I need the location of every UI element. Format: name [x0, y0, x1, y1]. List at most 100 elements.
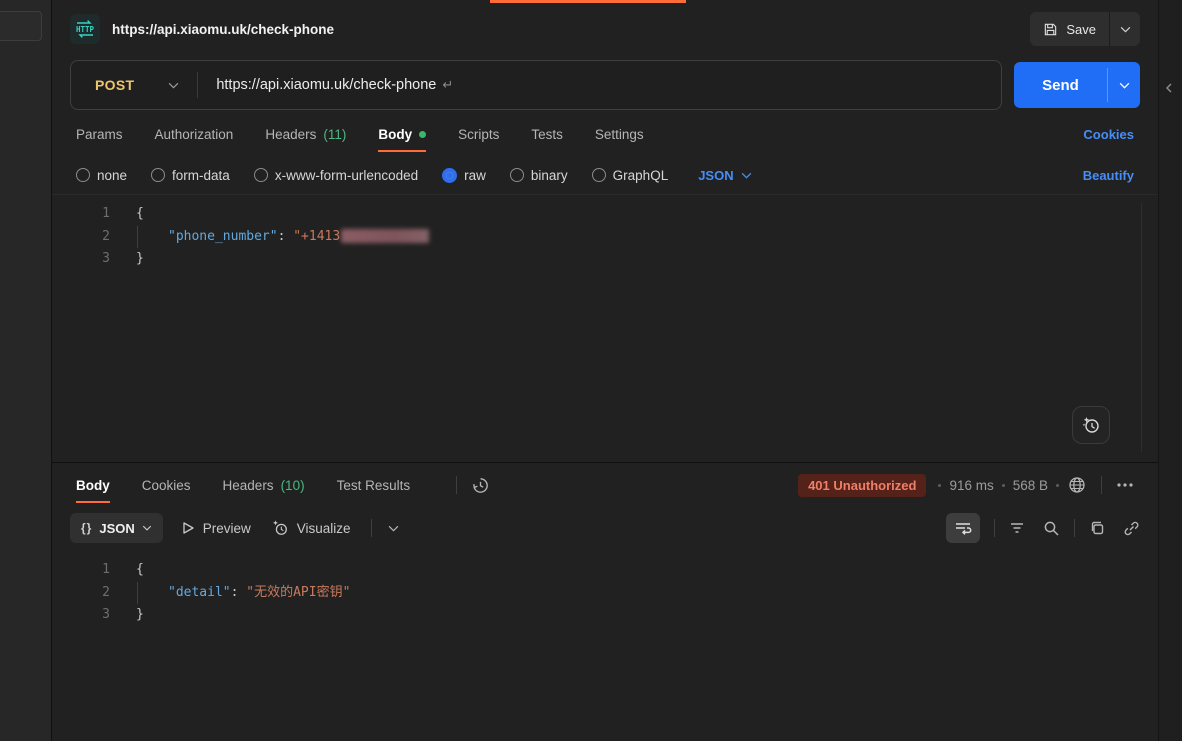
response-format-selector[interactable]: {} JSON	[70, 513, 163, 543]
line-number: 2	[52, 226, 110, 249]
network-info-button[interactable]	[1067, 475, 1087, 495]
save-button[interactable]: Save	[1030, 12, 1109, 46]
tab-headers[interactable]: Headers(11)	[265, 112, 346, 156]
postbot-button[interactable]	[1072, 406, 1110, 444]
request-tabs: Params Authorization Headers(11) Body Sc…	[52, 112, 1158, 156]
save-button-label: Save	[1066, 22, 1096, 37]
json-key: "detail"	[168, 585, 231, 600]
tab-settings[interactable]: Settings	[595, 112, 644, 156]
link-button[interactable]	[1123, 520, 1140, 537]
visualize-button[interactable]: Visualize	[271, 519, 351, 537]
chevron-down-icon	[1119, 82, 1130, 89]
response-size[interactable]: 568 B	[1013, 478, 1048, 493]
radio-icon	[510, 168, 524, 182]
history-clock-icon	[471, 476, 490, 495]
request-title: https://api.xiaomu.uk/check-phone	[112, 22, 1030, 37]
wrap-text-button[interactable]	[946, 513, 980, 543]
cookies-link[interactable]: Cookies	[1083, 127, 1134, 142]
mode-x-www-form-urlencoded[interactable]: x-www-form-urlencoded	[254, 168, 418, 183]
url-value: https://api.xiaomu.uk/check-phone	[216, 77, 436, 93]
response-time[interactable]: 916 ms	[949, 478, 993, 493]
mode-binary[interactable]: binary	[510, 168, 568, 183]
dot-separator	[1002, 484, 1005, 487]
line-number: 3	[52, 248, 110, 271]
divider	[994, 519, 995, 537]
indent-guide	[137, 582, 138, 605]
visualize-icon	[271, 519, 289, 537]
response-tab-cookies[interactable]: Cookies	[142, 463, 191, 507]
send-split-button: Send	[1014, 62, 1140, 108]
radio-icon	[254, 168, 268, 182]
search-button[interactable]	[1043, 520, 1060, 537]
divider	[1101, 476, 1102, 494]
radio-icon	[592, 168, 606, 182]
language-selector[interactable]: JSON	[698, 168, 751, 183]
request-workspace: HTTP https://api.xiaomu.uk/check-phone S…	[52, 0, 1158, 741]
response-more-options-button[interactable]	[1116, 482, 1134, 488]
response-body-editor[interactable]: 1 { 2 "detail": "无效的API密钥" 3 }	[52, 549, 1158, 741]
redacted-phone-value	[341, 229, 429, 243]
postbot-icon	[1081, 415, 1101, 435]
json-value: "无效的API密钥"	[246, 585, 350, 600]
preview-button[interactable]: Preview	[181, 521, 251, 536]
divider	[371, 519, 372, 537]
globe-icon	[1067, 475, 1087, 495]
request-body-editor[interactable]: 1 { 2 "phone_number": "+1413 3 }	[52, 194, 1158, 462]
response-tab-test-results[interactable]: Test Results	[337, 463, 411, 507]
code-line: 2 "detail": "无效的API密钥"	[52, 582, 1158, 605]
wrap-text-icon	[954, 520, 972, 536]
code-line: 1 {	[52, 203, 1158, 226]
url-input[interactable]: https://api.xiaomu.uk/check-phone ↵	[198, 77, 453, 93]
code-line: 3 }	[52, 248, 1158, 271]
filter-icon	[1009, 521, 1025, 535]
request-url-row: POST https://api.xiaomu.uk/check-phone↵ …	[52, 58, 1158, 112]
url-box: POST https://api.xiaomu.uk/check-phone ↵	[70, 60, 1002, 110]
body-modified-dot	[419, 131, 426, 138]
line-number: 2	[52, 582, 110, 605]
response-tab-body[interactable]: Body	[76, 463, 110, 507]
beautify-link[interactable]: Beautify	[1083, 168, 1134, 183]
braces-icon: {}	[81, 521, 92, 535]
link-icon	[1123, 520, 1140, 537]
chevron-down-icon	[142, 525, 152, 531]
method-label: POST	[95, 77, 134, 93]
dot-separator	[1056, 484, 1059, 487]
response-history-button[interactable]	[471, 476, 490, 495]
format-options-button[interactable]	[378, 525, 409, 532]
svg-text:HTTP: HTTP	[76, 25, 95, 34]
status-badge[interactable]: 401 Unauthorized	[798, 474, 926, 497]
mode-graphql[interactable]: GraphQL	[592, 168, 669, 183]
collapse-panel-icon[interactable]	[1165, 82, 1173, 96]
body-mode-row: none form-data x-www-form-urlencoded raw…	[52, 156, 1158, 194]
send-button[interactable]: Send	[1014, 62, 1107, 108]
tab-authorization[interactable]: Authorization	[155, 112, 234, 156]
send-options-button[interactable]	[1108, 62, 1140, 108]
response-headers-count: (10)	[281, 478, 305, 493]
filter-button[interactable]	[1009, 521, 1025, 535]
divider	[456, 476, 457, 494]
tab-body[interactable]: Body	[378, 112, 426, 156]
request-header: HTTP https://api.xiaomu.uk/check-phone S…	[52, 0, 1158, 58]
save-icon	[1043, 22, 1058, 37]
tab-scripts[interactable]: Scripts	[458, 112, 499, 156]
code-line: 2 "phone_number": "+1413	[52, 226, 1158, 249]
json-key: "phone_number"	[168, 229, 278, 244]
enter-key-icon: ↵	[442, 77, 453, 92]
line-number: 1	[52, 559, 110, 582]
mode-form-data[interactable]: form-data	[151, 168, 230, 183]
left-sidebar-rail	[0, 0, 52, 741]
collapsed-sidebar-tab[interactable]	[0, 11, 42, 41]
line-number: 3	[52, 604, 110, 627]
response-tab-headers[interactable]: Headers(10)	[223, 463, 305, 507]
chevron-down-icon	[1120, 26, 1131, 33]
chevron-down-icon	[388, 525, 399, 532]
mode-none[interactable]: none	[76, 168, 127, 183]
tab-tests[interactable]: Tests	[531, 112, 563, 156]
method-selector[interactable]: POST	[71, 77, 197, 93]
mode-raw[interactable]: raw	[442, 168, 486, 183]
tab-params[interactable]: Params	[76, 112, 123, 156]
json-value: "+1413	[293, 229, 340, 244]
save-options-button[interactable]	[1110, 12, 1140, 46]
copy-button[interactable]	[1089, 520, 1105, 536]
code-line: 1 {	[52, 559, 1158, 582]
